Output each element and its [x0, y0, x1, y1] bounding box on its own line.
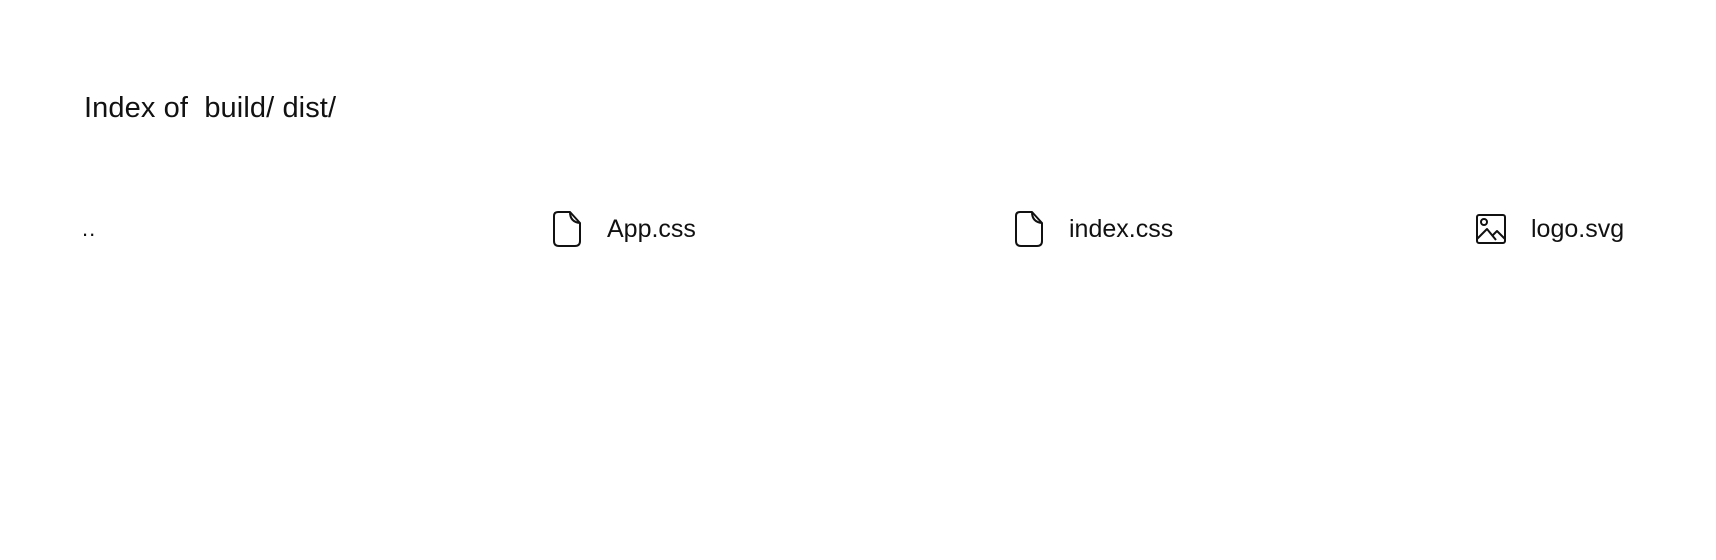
list-item-label: .. — [82, 216, 97, 241]
file-icon — [549, 209, 585, 249]
page-title: Index of build/ dist/ — [84, 92, 336, 125]
list-item-parent-directory[interactable]: .. — [82, 205, 96, 253]
image-icon — [1473, 209, 1509, 249]
directory-index-page: Index of build/ dist/ .. App.css index.c… — [0, 0, 1716, 560]
list-item-index-css[interactable]: index.css — [1011, 205, 1173, 253]
list-item-label: index.css — [1069, 214, 1174, 243]
list-item-logo-svg[interactable]: logo.svg — [1473, 205, 1624, 253]
file-list: .. App.css index.css logo.svg — [0, 205, 1716, 253]
list-item-label: App.css — [607, 214, 696, 243]
list-item-label: logo.svg — [1531, 214, 1625, 243]
breadcrumb-build[interactable]: build/ — [204, 92, 274, 124]
list-item-app-css[interactable]: App.css — [549, 205, 696, 253]
file-icon — [1011, 209, 1047, 249]
breadcrumb-dist[interactable]: dist/ — [282, 92, 336, 124]
title-prefix: Index of — [84, 92, 197, 124]
